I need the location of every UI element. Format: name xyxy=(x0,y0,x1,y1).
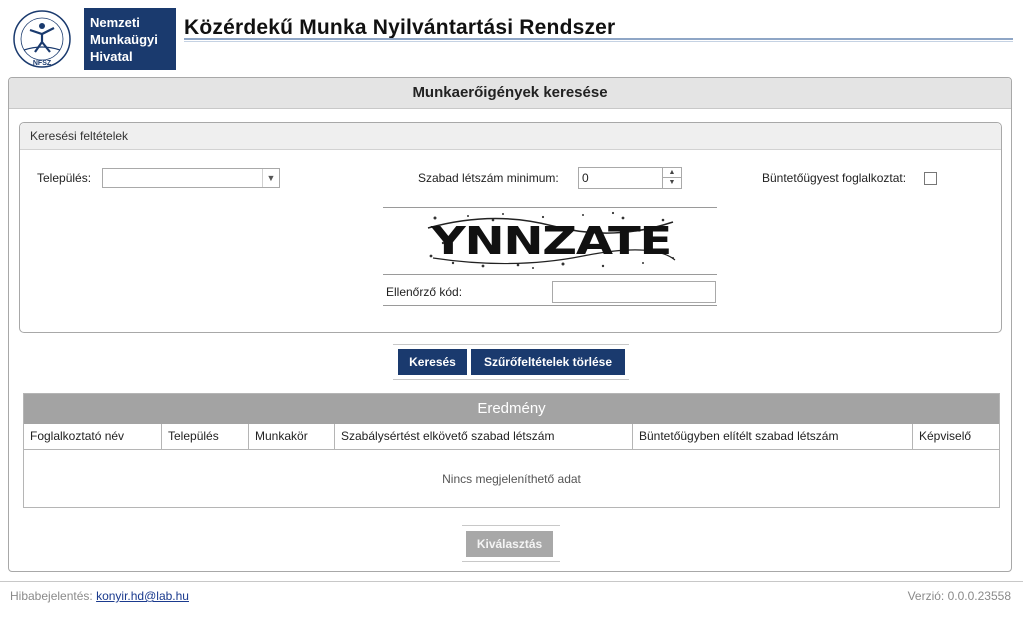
column-misdemeanor-free-count[interactable]: Szabálysértést elkövető szabad létszám xyxy=(335,424,633,449)
captcha-bottom-divider xyxy=(383,274,717,275)
logo-line-2: Munkaügyi xyxy=(90,32,158,47)
stepper-down-icon[interactable]: ▼ xyxy=(663,178,681,188)
captcha-image: YNNZATE xyxy=(423,208,679,272)
free-count-stepper[interactable]: 0 ▲ ▼ xyxy=(578,167,682,189)
logo-text: Nemzeti Munkaügyi Hivatal xyxy=(90,14,158,65)
nfsz-seal-icon: NFSZ xyxy=(8,8,84,70)
select-button[interactable]: Kiválasztás xyxy=(466,531,553,557)
nfsz-logo: NFSZ Nemzeti Munkaügyi Hivatal xyxy=(8,8,176,70)
verification-divider xyxy=(383,305,717,306)
bug-report: Hibabejelentés: konyir.hd@lab.hu xyxy=(10,589,189,603)
stepper-buttons: ▲ ▼ xyxy=(662,168,681,188)
select-group-bottom-line xyxy=(462,561,560,562)
title-underline xyxy=(184,38,1013,40)
results-table: Eredmény Foglalkoztató név Település Mun… xyxy=(23,393,1000,508)
app-title: Közérdekű Munka Nyilvántartási Rendszer xyxy=(184,16,616,39)
column-settlement[interactable]: Település xyxy=(162,424,249,449)
free-count-value: 0 xyxy=(582,171,589,185)
settlement-select[interactable]: ▼ xyxy=(102,168,280,188)
page-header: NFSZ Nemzeti Munkaügyi Hivatal Közérdekű… xyxy=(0,0,1023,76)
results-header-row: Foglalkoztató név Település Munkakör Sza… xyxy=(24,424,999,450)
stepper-up-icon[interactable]: ▲ xyxy=(663,168,681,178)
column-representative[interactable]: Képviselő xyxy=(913,424,999,449)
results-heading: Eredmény xyxy=(24,394,999,424)
verification-code-input[interactable] xyxy=(552,281,716,303)
logo-line-1: Nemzeti xyxy=(90,15,140,30)
search-criteria-box: Keresési feltételek Település: ▼ Szabad … xyxy=(19,122,1002,333)
settlement-label: Település: xyxy=(37,171,92,185)
button-group-bottom-line xyxy=(393,379,629,380)
search-panel: Munkaerőigények keresése Keresési feltét… xyxy=(8,77,1012,572)
seal-label: NFSZ xyxy=(33,60,52,67)
bug-report-label: Hibabejelentés: xyxy=(10,589,93,603)
logo-line-3: Hivatal xyxy=(90,49,133,64)
chevron-down-icon[interactable]: ▼ xyxy=(262,169,279,187)
criteria-heading: Keresési feltételek xyxy=(20,123,1001,150)
search-button[interactable]: Keresés xyxy=(398,349,467,375)
free-count-label: Szabad létszám minimum: xyxy=(418,171,559,185)
verification-code-label: Ellenőrző kód: xyxy=(386,285,463,299)
footer-divider xyxy=(0,581,1023,582)
column-job-role[interactable]: Munkakör xyxy=(249,424,335,449)
criminal-employer-label: Büntetőügyest foglalkoztat: xyxy=(762,171,907,185)
title-underline-light xyxy=(184,41,1013,42)
button-group-top-line xyxy=(393,344,629,345)
version-info: Verzió: 0.0.0.23558 xyxy=(907,589,1011,603)
clear-filters-button[interactable]: Szűrőfeltételek törlése xyxy=(471,349,625,375)
page-title: Munkaerőigények keresése xyxy=(9,78,1011,109)
column-convicted-free-count[interactable]: Büntetőügyben elítélt szabad létszám xyxy=(633,424,913,449)
empty-results-message: Nincs megjeleníthető adat xyxy=(442,472,581,486)
criminal-employer-checkbox[interactable] xyxy=(924,172,937,185)
select-group-top-line xyxy=(462,525,560,526)
column-employer-name[interactable]: Foglalkoztató név xyxy=(24,424,162,449)
captcha-text: YNNZATE xyxy=(430,219,671,263)
bug-report-email-link[interactable]: konyir.hd@lab.hu xyxy=(96,589,189,603)
